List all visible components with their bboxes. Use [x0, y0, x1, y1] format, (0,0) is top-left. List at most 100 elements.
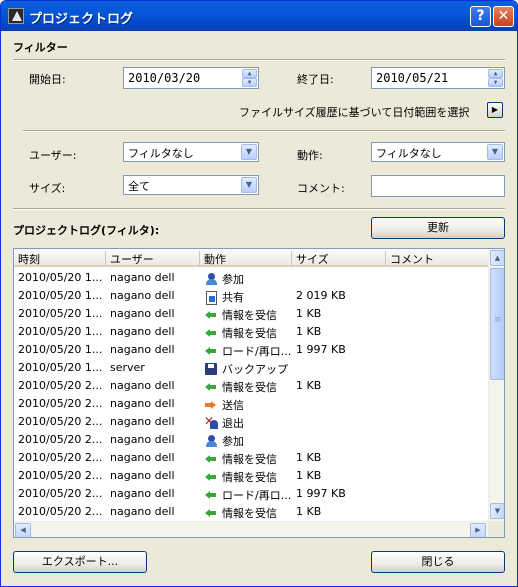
row-action: 情報を受信	[204, 505, 277, 521]
export-button[interactable]: エクスポート...	[13, 551, 147, 573]
chevron-down-icon[interactable]: ▼	[241, 144, 257, 160]
row-action-label: 参加	[222, 435, 244, 448]
close-button[interactable]: 閉じる	[371, 551, 505, 573]
scroll-thumb[interactable]	[490, 268, 504, 380]
arrow-right-icon	[204, 399, 218, 411]
table-row[interactable]: 2010/05/20 2... nagano dell 情報を受信 1 KB	[14, 503, 488, 521]
table-row[interactable]: 2010/05/20 2... nagano dell 情報を受信 1 KB	[14, 467, 488, 485]
spin-down-icon[interactable]: ▼	[242, 78, 257, 87]
table-row[interactable]: 2010/05/20 1... server バックアップ	[14, 359, 488, 377]
size-filter-select[interactable]: 全て ▼	[123, 175, 259, 195]
spin-down-icon[interactable]: ▼	[488, 78, 503, 87]
row-user: nagano dell	[110, 397, 175, 410]
column-header-time[interactable]: 時刻	[14, 251, 106, 266]
spin-up-icon[interactable]: ▲	[242, 69, 257, 78]
row-action-label: 情報を受信	[222, 327, 277, 340]
row-action-label: ロード/再ロ...	[222, 489, 292, 502]
log-list[interactable]: 時刻 ユーザー 動作 サイズ コメント 2010/05/20 1... nagan…	[13, 248, 505, 538]
comment-filter-label: コメント:	[297, 182, 345, 195]
start-date-arrows[interactable]: ▲ ▼	[242, 69, 257, 87]
table-row[interactable]: 2010/05/20 1... nagano dell 情報を受信 1 KB	[14, 323, 488, 341]
window-title: プロジェクトログ	[29, 12, 134, 27]
row-user: nagano dell	[110, 505, 175, 518]
close-window-button[interactable]: ✕	[493, 6, 514, 27]
table-row[interactable]: 2010/05/20 2... nagano dell 情報を受信 1 KB	[14, 449, 488, 467]
row-size: 1 KB	[296, 469, 322, 482]
row-action-label: 共有	[222, 291, 244, 304]
row-time: 2010/05/20 1...	[18, 307, 103, 320]
scroll-down-icon[interactable]: ▼	[490, 503, 504, 519]
row-action-label: 情報を受信	[222, 507, 277, 520]
row-action: 送信	[204, 397, 244, 413]
row-user: nagano dell	[110, 415, 175, 428]
end-date-spinner[interactable]: 2010/05/21 ▲ ▼	[371, 67, 505, 89]
row-action: 情報を受信	[204, 451, 277, 467]
table-row[interactable]: 2010/05/20 1... nagano dell 参加	[14, 269, 488, 287]
date-range-select-button[interactable]: ▶	[487, 102, 503, 118]
app-icon	[8, 8, 24, 24]
start-date-label: 開始日:	[29, 73, 66, 86]
list-header: 時刻 ユーザー 動作 サイズ コメント	[14, 249, 488, 267]
spin-up-icon[interactable]: ▲	[488, 69, 503, 78]
table-row[interactable]: 2010/05/20 2... nagano dell 送信	[14, 395, 488, 413]
table-row[interactable]: 2010/05/20 1... nagano dell ロード/再ロ... 1 997…	[14, 341, 488, 359]
title-bar[interactable]: プロジェクトログ ? ✕	[1, 1, 517, 31]
row-time: 2010/05/20 2...	[18, 379, 103, 392]
user-join-icon	[204, 273, 218, 285]
vertical-scrollbar[interactable]: ▲ ▼	[488, 249, 504, 521]
row-user: nagano dell	[110, 271, 175, 284]
row-user: nagano dell	[110, 325, 175, 338]
chevron-down-icon[interactable]: ▼	[487, 144, 503, 160]
scroll-right-icon[interactable]: ▶	[470, 523, 486, 537]
row-user: nagano dell	[110, 307, 175, 320]
column-header-user[interactable]: ユーザー	[106, 251, 200, 266]
row-user: nagano dell	[110, 451, 175, 464]
arrow-left-icon	[204, 345, 218, 357]
table-row[interactable]: 2010/05/20 1... nagano dell 共有 2 019 KB	[14, 287, 488, 305]
row-user: nagano dell	[110, 343, 175, 356]
column-header-action[interactable]: 動作	[200, 251, 292, 266]
scroll-left-icon[interactable]: ◀	[15, 523, 31, 537]
table-row[interactable]: 2010/05/20 1... nagano dell 情報を受信 1 KB	[14, 305, 488, 323]
end-date-value: 2010/05/21	[376, 71, 449, 85]
row-user: nagano dell	[110, 433, 175, 446]
arrow-left-icon	[204, 489, 218, 501]
table-row[interactable]: 2010/05/20 2... nagano dell 退出	[14, 413, 488, 431]
column-header-comment[interactable]: コメント	[386, 251, 488, 266]
comment-filter-input[interactable]	[371, 175, 505, 197]
user-filter-select[interactable]: フィルタなし ▼	[123, 142, 259, 162]
arrow-left-icon	[204, 507, 218, 519]
end-date-arrows[interactable]: ▲ ▼	[488, 69, 503, 87]
row-time: 2010/05/20 1...	[18, 325, 103, 338]
row-action-label: 情報を受信	[222, 471, 277, 484]
start-date-spinner[interactable]: 2010/03/20 ▲ ▼	[123, 67, 259, 89]
row-size: 1 KB	[296, 451, 322, 464]
row-size: 1 KB	[296, 505, 322, 518]
row-size: 2 019 KB	[296, 289, 346, 302]
user-filter-label: ユーザー:	[29, 149, 77, 162]
row-user: nagano dell	[110, 487, 175, 500]
refresh-button[interactable]: 更新	[371, 217, 505, 239]
row-time: 2010/05/20 2...	[18, 505, 103, 518]
row-time: 2010/05/20 2...	[18, 487, 103, 500]
row-time: 2010/05/20 2...	[18, 433, 103, 446]
column-header-size[interactable]: サイズ	[292, 251, 386, 266]
row-size: 1 997 KB	[296, 343, 346, 356]
start-date-value: 2010/03/20	[128, 71, 201, 85]
help-button[interactable]: ?	[470, 6, 491, 27]
user-filter-value: フィルタなし	[128, 147, 194, 160]
scroll-up-icon[interactable]: ▲	[490, 250, 504, 266]
table-row[interactable]: 2010/05/20 2... nagano dell 情報を受信 1 KB	[14, 377, 488, 395]
row-action-label: ロード/再ロ...	[222, 345, 292, 358]
row-size: 1 KB	[296, 325, 322, 338]
table-row[interactable]: 2010/05/20 2... nagano dell 参加	[14, 431, 488, 449]
row-action-label: 退出	[222, 417, 244, 430]
table-row[interactable]: 2010/05/20 2... nagano dell ロード/再ロ... 1 997…	[14, 485, 488, 503]
size-filter-label: サイズ:	[29, 182, 66, 195]
row-action: 情報を受信	[204, 469, 277, 485]
row-action-label: 参加	[222, 273, 244, 286]
action-filter-select[interactable]: フィルタなし ▼	[371, 142, 505, 162]
horizontal-scrollbar[interactable]: ◀ ▶	[14, 521, 488, 537]
row-action: バックアップ	[204, 361, 288, 377]
chevron-down-icon[interactable]: ▼	[241, 177, 257, 193]
